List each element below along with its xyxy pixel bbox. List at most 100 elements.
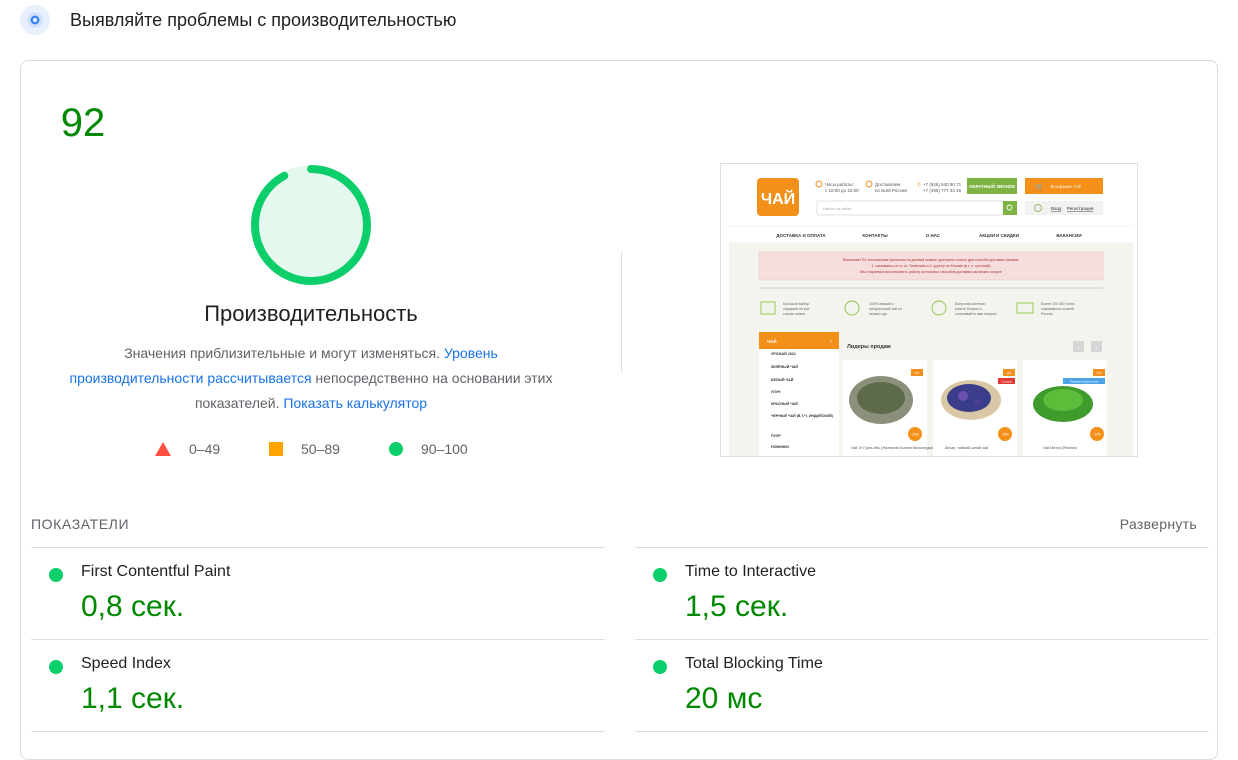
vertical-divider: [621, 251, 622, 373]
svg-text:-15%: -15%: [1001, 433, 1009, 437]
metric-name: First Contentful Paint: [81, 563, 231, 580]
cart-icon: 🛒: [1035, 182, 1044, 191]
svg-text:копите бонусы и: копите бонусы и: [955, 307, 982, 311]
notice-line-2: 1. самовывоз от ст. м. Таганская и 2. ку…: [872, 264, 991, 268]
pass-circle-icon: [49, 660, 63, 674]
performance-title: Производительность: [204, 301, 418, 326]
nav-delivery[interactable]: ДОСТАВКА И ОПЛАТА: [776, 233, 826, 238]
chevron-left-icon: ‹: [1078, 345, 1080, 351]
phone-2: +7 (495) 777 34 16: [923, 188, 962, 193]
svg-text:Чай Те Гуань Инь (Железная Бог: Чай Те Гуань Инь (Железная Богиня Милосе…: [851, 446, 938, 450]
metric-name: Time to Interactive: [685, 563, 817, 580]
metric-fcp: First Contentful Paint 0,8 сек.: [31, 548, 605, 640]
metrics-divider: [31, 731, 605, 732]
svg-text:Лучшая низкая цена: Лучшая низкая цена: [1070, 380, 1099, 384]
delivery-label: Доставляем: [875, 182, 900, 187]
search-button[interactable]: [1003, 201, 1017, 215]
svg-text:Большой выбор: Большой выбор: [783, 302, 809, 306]
svg-text:оплачивайте ими покупки: оплачивайте ими покупки: [955, 312, 997, 316]
product-card[interactable]: HIT -25% Чай Те Гуань Инь (Железная Боги…: [843, 360, 938, 456]
callback-label: ОБРАТНЫЙ ЗВОНОК: [969, 182, 1015, 189]
svg-text:натуральный чай из: натуральный чай из: [869, 307, 902, 311]
svg-text:-14%: -14%: [1093, 433, 1101, 437]
performance-score: 92: [60, 101, 106, 145]
metric-name: Total Blocking Time: [685, 655, 823, 672]
svg-text:случаи жизни: случаи жизни: [783, 312, 805, 316]
svg-text:Бонусная система:: Бонусная система:: [955, 302, 986, 306]
metric-value: 20 мс: [685, 682, 763, 715]
nav-contacts[interactable]: КОНТАКТЫ: [862, 233, 888, 238]
pass-circle-icon: [49, 568, 63, 582]
svg-text:HIT: HIT: [1007, 371, 1012, 375]
final-screenshot: ЧАЙ Часы работы: с 10:00 до 22:00 Достав…: [720, 163, 1138, 457]
svg-text:100% свежий и: 100% свежий и: [869, 302, 894, 306]
performance-card: 92 Производительность Значения приблизит…: [20, 60, 1218, 760]
fail-triangle-icon: [155, 442, 171, 456]
metrics-heading: ПОКАЗАТЕЛИ: [31, 516, 130, 532]
expand-metrics-button[interactable]: Развернуть: [1120, 516, 1197, 532]
svg-text:ЧАЙ: ЧАЙ: [761, 189, 795, 208]
hours-value: с 10:00 до 22:00: [825, 188, 859, 193]
legend-fail: 0–49: [155, 441, 220, 457]
chevron-up-icon: ˄: [830, 339, 833, 344]
metric-tbt: Total Blocking Time 20 мс: [635, 640, 1209, 732]
leaders-title: Лидеры продаж: [847, 344, 891, 350]
sidebar-item[interactable]: БЕЛЫЙ ЧАЙ: [771, 378, 794, 382]
sidebar-item[interactable]: ПУЭР: [771, 434, 781, 438]
desc-text-1: Значения приблизительные и могут изменят…: [124, 345, 444, 361]
metric-name: Speed Index: [81, 655, 171, 672]
notice-line-3: Мы стараемся восстановить работу остальн…: [860, 270, 1002, 274]
hours-label: Часы работы:: [825, 182, 854, 187]
svg-text:-25%: -25%: [911, 433, 919, 437]
nav-about[interactable]: О НАС: [926, 233, 941, 238]
sidebar-title: ЧАЙ: [767, 337, 777, 344]
score-legend: 0–49 50–89 90–100: [151, 441, 491, 463]
legend-pass: 90–100: [389, 441, 468, 457]
section-title: Выявляйте проблемы с производительностью: [70, 9, 457, 30]
svg-text:Более 200 000 точек: Более 200 000 точек: [1041, 302, 1075, 306]
svg-text:HIT: HIT: [915, 371, 920, 375]
svg-text:первых рук: первых рук: [869, 312, 888, 316]
legend-average-label: 50–89: [301, 441, 340, 457]
metric-value: 1,1 сек.: [81, 682, 185, 715]
notice-line-1: Внимание! По техническим причинам на дан…: [843, 258, 1019, 262]
sidebar-item[interactable]: ЧЕРНЫЙ ЧАЙ (В Т.Ч. ИНДИЙСКИЙ): [771, 414, 834, 418]
nav-vacancies[interactable]: ВАКАНСИИ: [1056, 233, 1081, 238]
chevron-right-icon: ›: [1096, 345, 1098, 351]
phone-icon: ✆: [917, 182, 921, 187]
register-link[interactable]: Регистрация: [1067, 206, 1094, 211]
show-calculator-link[interactable]: Показать калькулятор: [283, 395, 427, 411]
metrics-divider: [635, 731, 1209, 732]
product-card[interactable]: HIT Скидка -15% Анчан, тайский синий чай: [933, 360, 1017, 456]
legend-pass-label: 90–100: [421, 441, 468, 457]
sidebar-item[interactable]: КРАСНЫЙ ЧАЙ: [771, 402, 798, 406]
average-square-icon: [269, 442, 283, 456]
sidebar-item[interactable]: НОВИНКИ: [771, 445, 789, 449]
metric-value: 0,8 сек.: [81, 590, 185, 623]
product-card[interactable]: HIT Лучшая низкая цена -14% Чай Матча (Я…: [1023, 360, 1107, 456]
svg-text:Скидка: Скидка: [1002, 380, 1012, 384]
pass-circle-icon: [653, 660, 667, 674]
sidebar-item[interactable]: УЛУН: [771, 390, 781, 394]
cart-label: В корзине: 0 ₽: [1051, 184, 1082, 189]
performance-gauge: [251, 165, 371, 285]
metric-value: 1,5 сек.: [685, 590, 789, 623]
legend-fail-label: 0–49: [189, 441, 221, 457]
sidebar-item[interactable]: УРОЖАЙ 2022: [771, 352, 796, 356]
nav-promotions[interactable]: АКЦИИ И СКИДКИ: [979, 233, 1019, 238]
svg-text:России: России: [1041, 312, 1053, 316]
svg-text:Анчан, тайский синий чай: Анчан, тайский синий чай: [945, 446, 988, 450]
pass-circle-icon: [653, 568, 667, 582]
sidebar-item[interactable]: ЗЕЛЁНЫЙ ЧАЙ: [771, 365, 798, 369]
legend-average: 50–89: [269, 441, 340, 457]
svg-text:самовывоза по всей: самовывоза по всей: [1041, 307, 1074, 311]
svg-text:Чай Матча (Япония): Чай Матча (Япония): [1043, 446, 1077, 450]
performance-description: Значения приблизительные и могут изменят…: [61, 341, 561, 416]
pass-circle-icon: [389, 442, 403, 456]
delivery-value: по всей России: [875, 187, 907, 193]
metric-speed-index: Speed Index 1,1 сек.: [31, 640, 605, 732]
login-link[interactable]: Вход: [1051, 206, 1062, 211]
section-header: Выявляйте проблемы с производительностью: [20, 4, 456, 36]
phone-1: +7 (926) 540 90 71: [923, 182, 962, 187]
svg-text:HIT: HIT: [1097, 371, 1102, 375]
